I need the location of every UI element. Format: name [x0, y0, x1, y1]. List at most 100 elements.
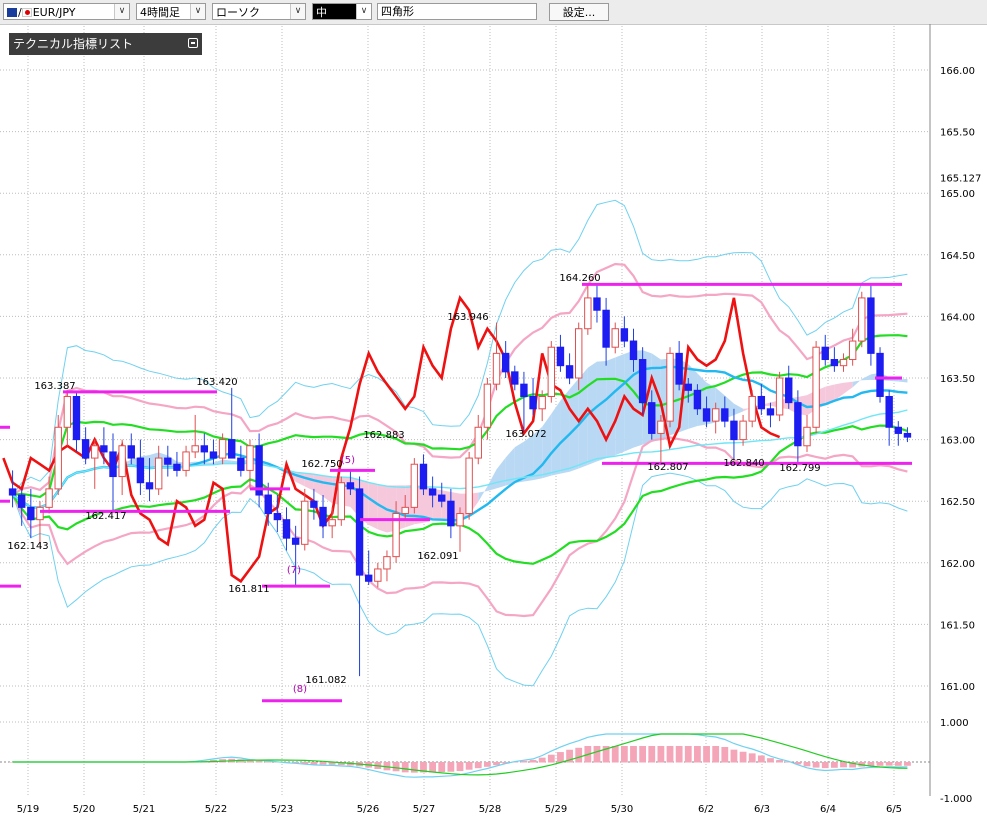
- candle-body: [428, 488, 437, 496]
- osc-bar: [803, 762, 811, 767]
- osc-bar: [876, 762, 884, 766]
- candle-body: [291, 537, 300, 545]
- candle-body: [748, 395, 756, 422]
- candle-body: [419, 463, 428, 490]
- y-tick-label: 164.50: [940, 251, 975, 262]
- cloud-segment: [542, 413, 552, 479]
- osc-bar: [675, 746, 683, 763]
- candle-body: [218, 439, 227, 459]
- candle-body: [182, 451, 190, 471]
- osc-bar: [812, 762, 820, 768]
- x-tick-label: 6/5: [886, 804, 902, 815]
- candle-body: [839, 359, 848, 367]
- osc-bar: [465, 762, 473, 770]
- cloud-segment: [551, 400, 561, 476]
- candle-body: [757, 395, 766, 410]
- candle-body: [492, 352, 501, 385]
- osc-bar: [447, 762, 455, 772]
- candle-body: [711, 408, 720, 422]
- candle-body: [876, 352, 884, 397]
- cloud-segment: [313, 474, 324, 497]
- price-annotation: 162.840: [723, 458, 764, 469]
- jp-flag-icon: [21, 8, 32, 17]
- envelope-upper: [12, 334, 908, 499]
- window-icon[interactable]: [188, 38, 198, 48]
- line-width-label: 中: [316, 6, 327, 19]
- chevron-down-icon[interactable]: ∨: [114, 4, 129, 19]
- indicator-lines: [2, 199, 908, 687]
- candle-body: [638, 359, 647, 404]
- candle-body: [81, 439, 90, 459]
- chevron-down-icon[interactable]: ∨: [356, 4, 371, 19]
- x-tick-label: 5/27: [413, 804, 435, 815]
- candle-body: [355, 488, 364, 576]
- candle-body: [118, 445, 126, 478]
- candle-body: [154, 457, 163, 490]
- technical-indicator-list[interactable]: テクニカル指標リスト: [9, 33, 202, 55]
- candle-body: [438, 494, 446, 502]
- candle-body: [27, 506, 35, 521]
- candle-body: [529, 395, 537, 410]
- osc-bar: [255, 760, 263, 763]
- wave-marker: (5): [341, 455, 355, 466]
- candle-body: [410, 463, 419, 508]
- x-tick-label: 5/23: [271, 804, 293, 815]
- settings-label: 設定...: [562, 6, 596, 19]
- candle-body: [885, 395, 893, 428]
- candles: [8, 284, 912, 677]
- candle-body: [191, 445, 199, 453]
- osc-bar: [483, 762, 491, 767]
- candle-body: [565, 365, 574, 379]
- y-tick-label: 163.50: [940, 374, 975, 385]
- chart-type-select[interactable]: ローソク ∨: [212, 3, 306, 20]
- timeframe-select[interactable]: 4時間足 ∨: [136, 3, 206, 20]
- candle-body: [903, 432, 912, 438]
- osc-bar: [493, 762, 500, 766]
- candle-body: [91, 445, 99, 459]
- osc-bar: [703, 746, 710, 763]
- y-tick-label: 165.127: [940, 174, 981, 185]
- x-tick-label: 5/30: [611, 804, 633, 815]
- candle-body: [145, 482, 154, 490]
- candle-body: [593, 297, 601, 311]
- candle-body: [109, 451, 117, 478]
- osc-bar: [557, 752, 564, 763]
- osc-tick-label: 1.000: [940, 718, 969, 729]
- x-tick-label: 5/21: [133, 804, 155, 815]
- wave-marker: (8): [293, 684, 307, 695]
- candle-body: [821, 346, 829, 361]
- candle-body: [629, 340, 638, 361]
- candle-body: [301, 500, 309, 545]
- shape-select[interactable]: 四角形: [377, 3, 537, 20]
- chevron-down-icon[interactable]: ∨: [290, 4, 305, 19]
- price-annotation: 162.417: [85, 511, 126, 522]
- candle-body: [228, 439, 236, 459]
- y-tick-label: 165.50: [940, 128, 975, 139]
- cloud-segment: [478, 486, 488, 502]
- currency-pair-select[interactable]: / EUR/JPY ∨: [3, 3, 130, 20]
- axes: 166.00 165.50 165.127 165.00 164.50 164.00 163…: [17, 24, 981, 815]
- line-width-select[interactable]: 中 ∨: [312, 3, 372, 20]
- candle-body: [657, 420, 665, 434]
- candle-body: [465, 457, 473, 515]
- candle-body: [237, 457, 245, 471]
- osc-bar: [830, 762, 838, 768]
- candle-body: [867, 297, 875, 354]
- candle-body: [739, 420, 747, 441]
- osc-bar: [748, 753, 756, 763]
- chevron-down-icon[interactable]: ∨: [190, 4, 205, 19]
- candle-body: [127, 445, 135, 459]
- osc-bar: [730, 749, 738, 763]
- price-chart[interactable]: 162.143 163.387 162.417 163.420 161.811 162.7…: [0, 24, 987, 820]
- candle-body: [383, 556, 391, 570]
- candle-body: [547, 346, 556, 397]
- osc-bar: [392, 762, 400, 772]
- eu-flag-icon: [7, 8, 17, 17]
- candle-body: [584, 297, 592, 330]
- grid: [0, 26, 930, 796]
- timeframe-label: 4時間足: [140, 6, 180, 19]
- candle-body: [364, 574, 373, 582]
- x-tick-label: 5/26: [357, 804, 379, 815]
- osc-bar: [593, 746, 601, 763]
- settings-button[interactable]: 設定...: [549, 3, 609, 21]
